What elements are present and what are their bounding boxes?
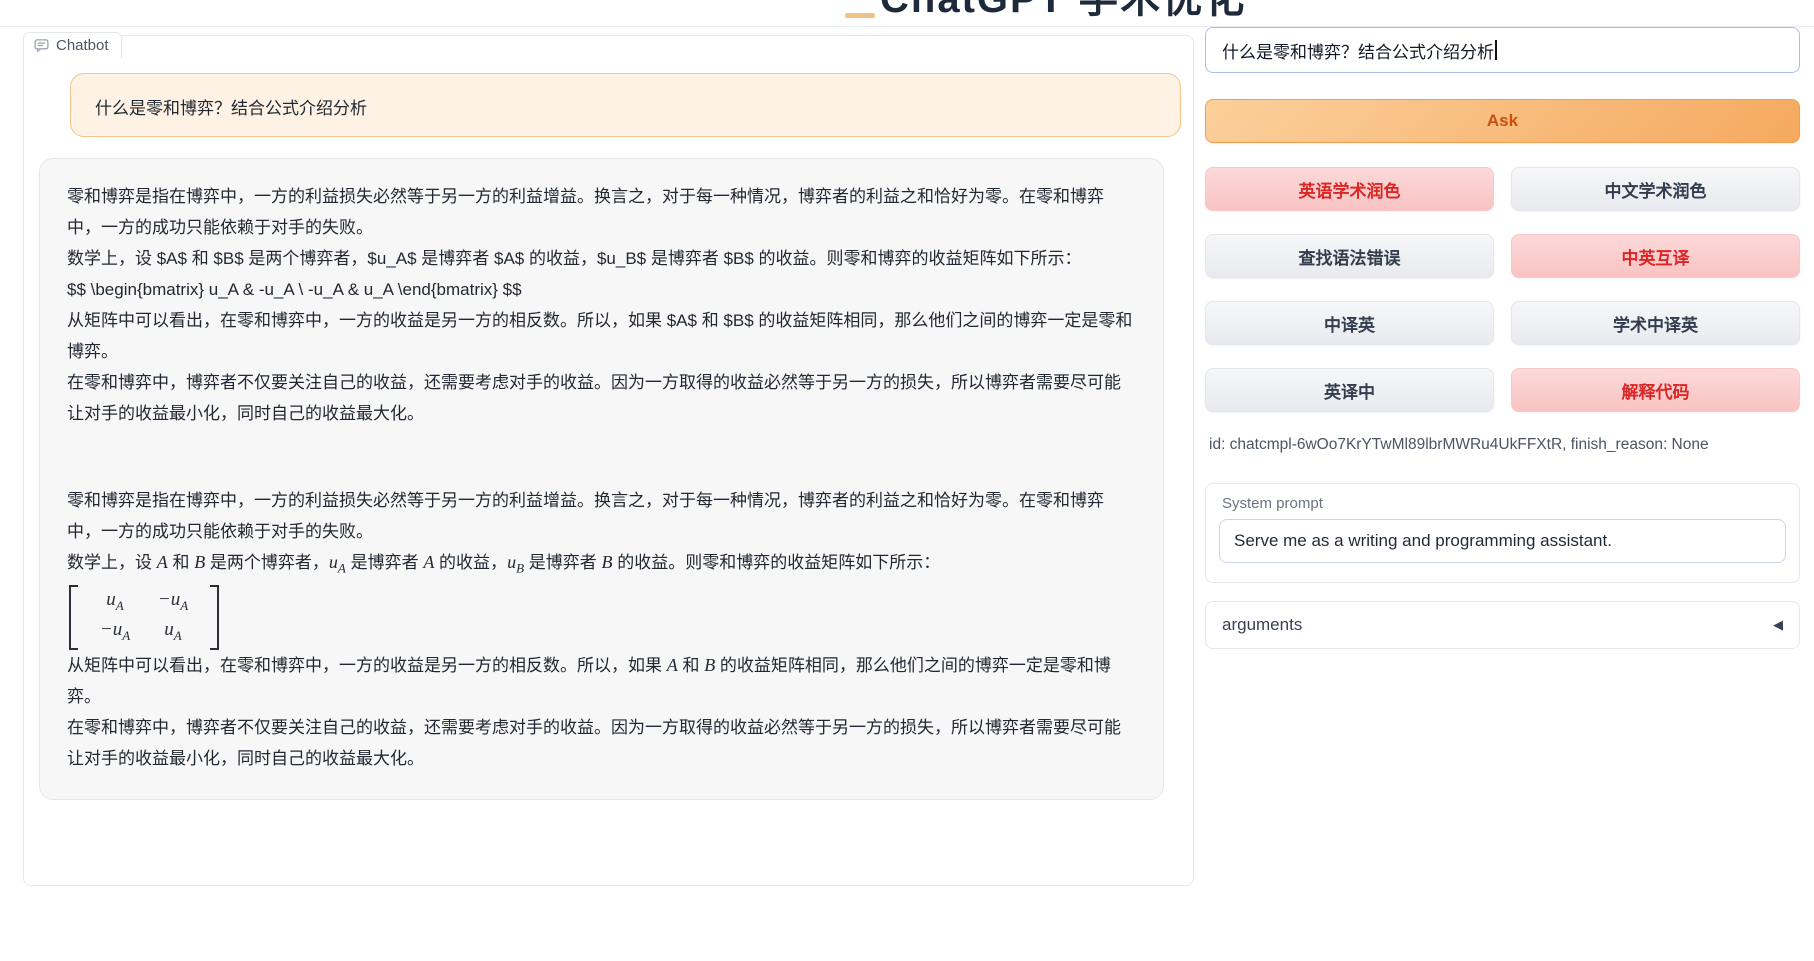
text-segment: 从矩阵中可以看出，在零和博弈中，一方的收益是另一方的相反数。所以，如果 xyxy=(67,656,667,675)
bot-raw-paragraph: 数学上，设 $A$ 和 $B$ 是两个博弈者，$u_A$ 是博弈者 $A$ 的收… xyxy=(67,243,1136,274)
bot-rendered-paragraph: 数学上，设 A 和 B 是两个博弈者，uA 是博弈者 A 的收益，uB 是博弈者… xyxy=(67,547,1136,583)
function-button-find-grammar-errors[interactable]: 查找语法错误 xyxy=(1205,234,1494,278)
ask-button-label: Ask xyxy=(1487,111,1518,131)
text-segment: 是两个博弈者， xyxy=(205,553,329,572)
collapse-left-triangle-icon: ◀ xyxy=(1773,617,1783,633)
text-segment: 是博弈者 xyxy=(524,553,601,572)
system-prompt-value: Serve me as a writing and programming as… xyxy=(1234,531,1612,551)
bot-rendered-paragraph: 从矩阵中可以看出，在零和博弈中，一方的收益是另一方的相反数。所以，如果 A 和 … xyxy=(67,650,1136,712)
button-label: 学术中译英 xyxy=(1613,311,1698,336)
text-segment: 是博弈者 xyxy=(346,553,423,572)
button-label: 中英互译 xyxy=(1622,244,1690,269)
text-segment: 数学上，设 xyxy=(67,553,157,572)
bot-raw-paragraph: 在零和博弈中，博弈者不仅要关注自己的收益，还需要考虑对手的收益。因为一方取得的收… xyxy=(67,367,1136,429)
matrix-body: uA −uA −uA uA xyxy=(78,585,210,650)
bot-rendered-block: 零和博弈是指在博弈中，一方的利益损失必然等于另一方的利益增益。换言之，对于每一种… xyxy=(67,485,1136,774)
math-var: B xyxy=(704,655,715,675)
user-message: 什么是零和博弈？结合公式介绍分析 xyxy=(70,73,1181,137)
chatbot-tab-label: Chatbot xyxy=(56,37,109,54)
system-prompt-input[interactable]: Serve me as a writing and programming as… xyxy=(1219,519,1786,563)
math-sub: B xyxy=(516,560,524,575)
math-var: A xyxy=(157,552,168,572)
bot-message: 零和博弈是指在博弈中，一方的利益损失必然等于另一方的利益增益。换言之，对于每一种… xyxy=(39,158,1164,800)
function-button-zh-en-mutual-translate[interactable]: 中英互译 xyxy=(1511,234,1800,278)
math-var: B xyxy=(194,552,205,572)
function-button-en-to-zh[interactable]: 英译中 xyxy=(1205,368,1494,412)
bot-rendered-paragraph: 在零和博弈中，博弈者不仅要关注自己的收益，还需要考虑对手的收益。因为一方取得的收… xyxy=(67,712,1136,774)
chatbot-tab: Chatbot xyxy=(23,32,122,58)
function-button-explain-code[interactable]: 解释代码 xyxy=(1511,368,1800,412)
text-segment: 和 xyxy=(678,656,704,675)
math-var: u xyxy=(329,552,338,572)
subtitle-fragment xyxy=(845,13,875,18)
math-var: B xyxy=(601,552,612,572)
function-button-english-academic-polish[interactable]: 英语学术润色 xyxy=(1205,167,1494,211)
user-message-text: 什么是零和博弈？结合公式介绍分析 xyxy=(95,99,367,118)
matrix-cell: uA xyxy=(144,618,202,647)
page-title: ChatGPT 学术优化 xyxy=(880,0,1246,24)
button-label: 中文学术润色 xyxy=(1605,177,1707,202)
prompt-input-value: 什么是零和博弈？结合公式介绍分析 xyxy=(1222,38,1494,63)
math-var: A xyxy=(667,655,678,675)
button-label: 英译中 xyxy=(1324,378,1375,403)
text-cursor xyxy=(1495,40,1497,60)
text-segment: 的收益。则零和博弈的收益矩阵如下所示： xyxy=(612,553,940,572)
arguments-label: arguments xyxy=(1222,615,1302,635)
control-column: 什么是零和博弈？结合公式介绍分析 Ask 英语学术润色 中文学术润色 查找语法错… xyxy=(1205,27,1800,667)
text-segment: 的收益， xyxy=(434,553,507,572)
matrix-cell: uA xyxy=(86,588,144,617)
bot-raw-block: 零和博弈是指在博弈中，一方的利益损失必然等于另一方的利益增益。换言之，对于每一种… xyxy=(67,181,1136,429)
prompt-input[interactable]: 什么是零和博弈？结合公式介绍分析 xyxy=(1205,27,1800,73)
function-button-chinese-academic-polish[interactable]: 中文学术润色 xyxy=(1511,167,1800,211)
bot-raw-paragraph: 从矩阵中可以看出，在零和博弈中，一方的收益是另一方的相反数。所以，如果 $A$ … xyxy=(67,305,1136,367)
rendered-matrix: uA −uA −uA uA xyxy=(69,585,219,650)
math-var: A xyxy=(423,552,434,572)
bot-rendered-paragraph: 零和博弈是指在博弈中，一方的利益损失必然等于另一方的利益增益。换言之，对于每一种… xyxy=(67,485,1136,547)
bot-raw-paragraph: 零和博弈是指在博弈中，一方的利益损失必然等于另一方的利益增益。换言之，对于每一种… xyxy=(67,181,1136,243)
button-label: 中译英 xyxy=(1324,311,1375,336)
function-button-grid: 英语学术润色 中文学术润色 查找语法错误 中英互译 中译英 学术中译英 英译中 … xyxy=(1205,167,1800,412)
matrix-bracket-right xyxy=(210,585,219,650)
system-prompt-label: System prompt xyxy=(1219,495,1786,512)
ask-button[interactable]: Ask xyxy=(1205,99,1800,143)
button-label: 查找语法错误 xyxy=(1299,244,1401,269)
function-button-zh-to-en[interactable]: 中译英 xyxy=(1205,301,1494,345)
chat-bubble-icon xyxy=(34,38,49,53)
math-sub: A xyxy=(338,560,346,575)
button-label: 解释代码 xyxy=(1622,378,1690,403)
math-var: u xyxy=(507,552,516,572)
matrix-cell: −uA xyxy=(86,618,144,647)
matrix-bracket-left xyxy=(69,585,78,650)
matrix-cell: −uA xyxy=(144,588,202,617)
system-prompt-panel: System prompt Serve me as a writing and … xyxy=(1205,483,1800,583)
text-segment: 和 xyxy=(168,553,194,572)
latex-source-line: $$ \begin{bmatrix} u_A & -u_A \ -u_A & u… xyxy=(67,274,1136,305)
chatbot-panel: Chatbot 什么是零和博弈？结合公式介绍分析 零和博弈是指在博弈中，一方的利… xyxy=(23,35,1194,886)
button-label: 英语学术润色 xyxy=(1299,177,1401,202)
status-line: id: chatcmpl-6wOo7KrYTwMl89lbrMWRu4UkFFX… xyxy=(1209,436,1709,454)
arguments-accordion-header[interactable]: arguments ◀ xyxy=(1205,601,1800,649)
function-button-academic-zh-to-en[interactable]: 学术中译英 xyxy=(1511,301,1800,345)
app-window: ChatGPT 学术优化 Chatbot 什么是零和博弈？结合公式介绍分析 零和… xyxy=(0,0,1814,961)
